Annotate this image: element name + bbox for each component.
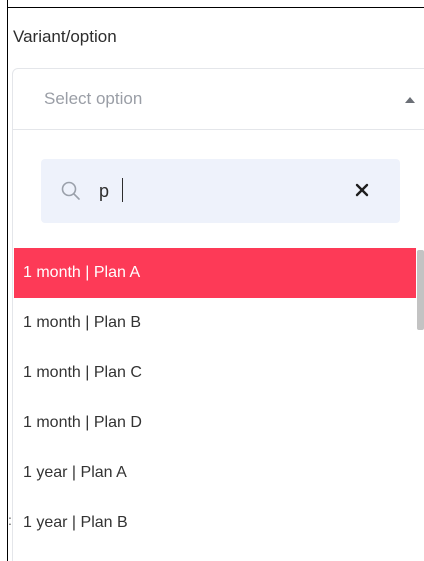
text-cursor — [122, 178, 123, 202]
option-item[interactable]: 1 month | Plan B — [14, 298, 416, 348]
option-item[interactable]: 1 year | Plan A — [14, 448, 416, 498]
select-placeholder: Select option — [44, 89, 143, 108]
search-input[interactable] — [99, 177, 319, 205]
search-box[interactable] — [41, 159, 400, 223]
frame-border-left — [7, 0, 8, 561]
variant-select[interactable]: Select option — [12, 68, 424, 130]
field-label: Variant/option — [13, 27, 117, 46]
option-item[interactable]: 1 month | Plan D — [14, 398, 416, 448]
option-item[interactable]: 1 month | Plan A — [14, 248, 416, 298]
close-icon[interactable] — [354, 182, 370, 198]
options-list: 1 month | Plan A 1 month | Plan B 1 mont… — [14, 248, 416, 561]
scrollbar-thumb[interactable] — [417, 250, 424, 330]
search-icon — [61, 181, 80, 200]
caret-up-icon[interactable] — [405, 97, 415, 103]
frame-border-top — [7, 7, 424, 8]
option-item[interactable]: 1 month | Plan C — [14, 348, 416, 398]
stray-mark: : — [8, 512, 12, 528]
option-item[interactable]: 1 year | Plan B — [14, 498, 416, 548]
